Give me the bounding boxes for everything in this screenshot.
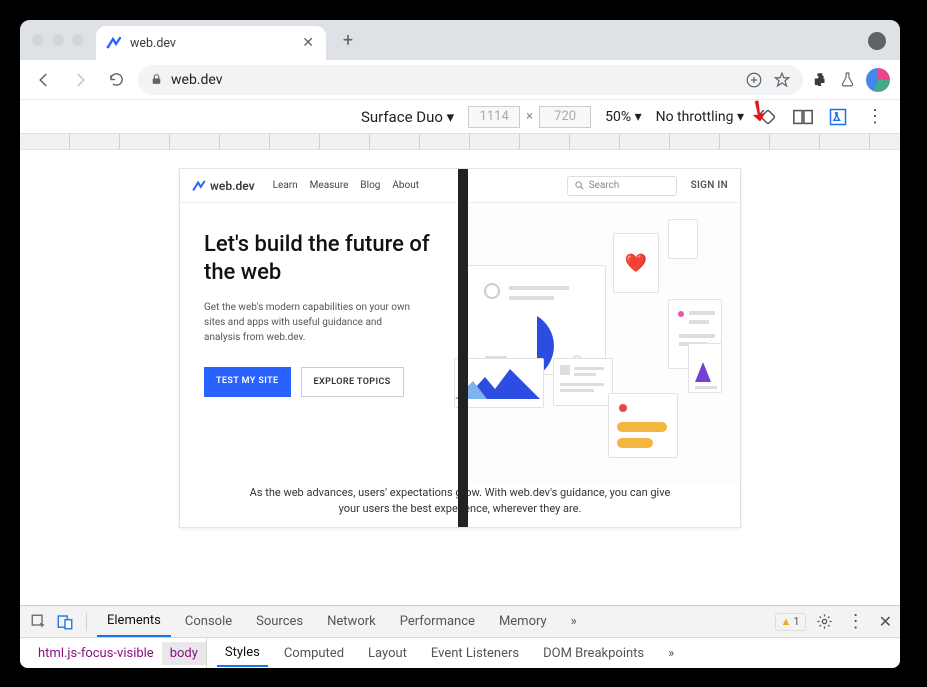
tab-close-icon[interactable]: ✕: [300, 35, 316, 51]
styles-overflow[interactable]: »: [660, 641, 682, 666]
inspect-icon[interactable]: [28, 611, 50, 633]
tab-computed[interactable]: Computed: [276, 641, 352, 666]
tab-memory[interactable]: Memory: [489, 607, 557, 636]
explore-topics-button[interactable]: EXPLORE TOPICS: [301, 367, 404, 397]
browser-toolbar: web.dev: [20, 60, 900, 100]
zoom-select[interactable]: 50% ▾: [605, 109, 642, 125]
new-tab-button[interactable]: +: [334, 26, 362, 54]
nav-about[interactable]: About: [392, 180, 419, 191]
experiments-icon[interactable]: [828, 107, 848, 127]
browser-window: web.dev ✕ + web.dev: [20, 20, 900, 668]
warning-icon: ▲: [781, 615, 792, 628]
window-minimize-icon[interactable]: [52, 34, 64, 46]
address-bar[interactable]: web.dev: [138, 65, 803, 95]
dimension-group: ×: [468, 106, 591, 128]
site-nav: Learn Measure Blog About: [273, 180, 419, 191]
devtools-tabbar: Elements Console Sources Network Perform…: [20, 606, 900, 638]
reload-button[interactable]: [102, 66, 130, 94]
back-button[interactable]: [30, 66, 58, 94]
crumb-body[interactable]: body: [162, 642, 206, 665]
crumb-html[interactable]: html.js-focus-visible: [30, 642, 162, 665]
forward-button[interactable]: [66, 66, 94, 94]
hero-left: Let's build the future of the web Get th…: [180, 203, 458, 483]
test-site-button[interactable]: TEST MY SITE: [204, 367, 291, 397]
lock-icon: [150, 73, 163, 86]
nav-learn[interactable]: Learn: [273, 180, 298, 191]
url-text: web.dev: [171, 72, 223, 88]
settings-icon[interactable]: [816, 613, 833, 630]
dual-screen-icon[interactable]: [792, 107, 814, 127]
window-controls: [20, 34, 96, 46]
devtools-close-icon[interactable]: ✕: [879, 612, 892, 631]
tab-dom-breakpoints[interactable]: DOM Breakpoints: [535, 641, 652, 666]
favicon-icon: [106, 35, 122, 51]
site-brand: web.dev: [210, 179, 255, 193]
elements-breadcrumb: html.js-focus-visible body: [20, 638, 206, 668]
nav-blog[interactable]: Blog: [360, 180, 380, 191]
tabs-overflow[interactable]: »: [561, 607, 587, 636]
flask-icon[interactable]: [839, 71, 856, 88]
tab-title: web.dev: [130, 36, 300, 51]
warning-count: 1: [793, 615, 799, 628]
tab-styles[interactable]: Styles: [217, 640, 268, 667]
styles-tabbar: Styles Computed Layout Event Listeners D…: [206, 638, 900, 668]
site-search[interactable]: Search: [567, 176, 677, 196]
hero-illustration: ❤️: [458, 203, 740, 483]
tab-sources[interactable]: Sources: [246, 607, 313, 636]
tab-layout[interactable]: Layout: [360, 641, 415, 666]
site-logo[interactable]: web.dev: [192, 179, 255, 193]
window-close-icon[interactable]: [32, 34, 44, 46]
width-input[interactable]: [468, 106, 520, 128]
device-hinge: [458, 169, 468, 527]
tab-event-listeners[interactable]: Event Listeners: [423, 641, 527, 666]
search-placeholder: Search: [589, 180, 620, 191]
ruler: [20, 134, 900, 150]
tab-console[interactable]: Console: [175, 607, 242, 636]
signin-link[interactable]: SIGN IN: [691, 180, 728, 191]
devtools-more-icon[interactable]: ⋮: [843, 611, 869, 632]
tab-network[interactable]: Network: [317, 607, 386, 636]
browser-tab[interactable]: web.dev ✕: [96, 26, 326, 60]
tab-elements[interactable]: Elements: [97, 606, 171, 637]
hero-title: Let's build the future of the web: [204, 231, 434, 286]
device-select[interactable]: Surface Duo ▾: [361, 108, 454, 126]
nav-measure[interactable]: Measure: [310, 180, 349, 191]
height-input[interactable]: [539, 106, 591, 128]
device-toggle-icon[interactable]: [54, 611, 76, 633]
devtools: Elements Console Sources Network Perform…: [20, 605, 900, 668]
tab-strip: web.dev ✕ +: [20, 20, 900, 60]
window-zoom-icon[interactable]: [72, 34, 84, 46]
throttling-select[interactable]: No throttling ▾: [656, 109, 744, 125]
extensions-icon[interactable]: [811, 71, 829, 89]
profile-dot-icon[interactable]: [868, 32, 886, 50]
device-viewport: web.dev Learn Measure Blog About Search …: [20, 150, 900, 605]
devtools-subbar: html.js-focus-visible body Styles Comput…: [20, 638, 900, 668]
device-frame: web.dev Learn Measure Blog About Search …: [179, 168, 741, 528]
bookmark-star-icon[interactable]: [773, 71, 791, 89]
hero-subtitle: Get the web's modern capabilities on you…: [204, 300, 414, 345]
extension-icons: [811, 68, 890, 92]
tab-performance[interactable]: Performance: [390, 607, 485, 636]
avatar-icon[interactable]: [866, 68, 890, 92]
zoom-plus-icon[interactable]: [745, 71, 763, 89]
warning-badge[interactable]: ▲1: [775, 613, 806, 631]
device-more-icon[interactable]: ⋮: [862, 106, 888, 127]
dimension-separator: ×: [526, 109, 533, 124]
device-toolbar: Surface Duo ▾ × 50% ▾ No throttling ▾ ⋮ …: [20, 100, 900, 134]
